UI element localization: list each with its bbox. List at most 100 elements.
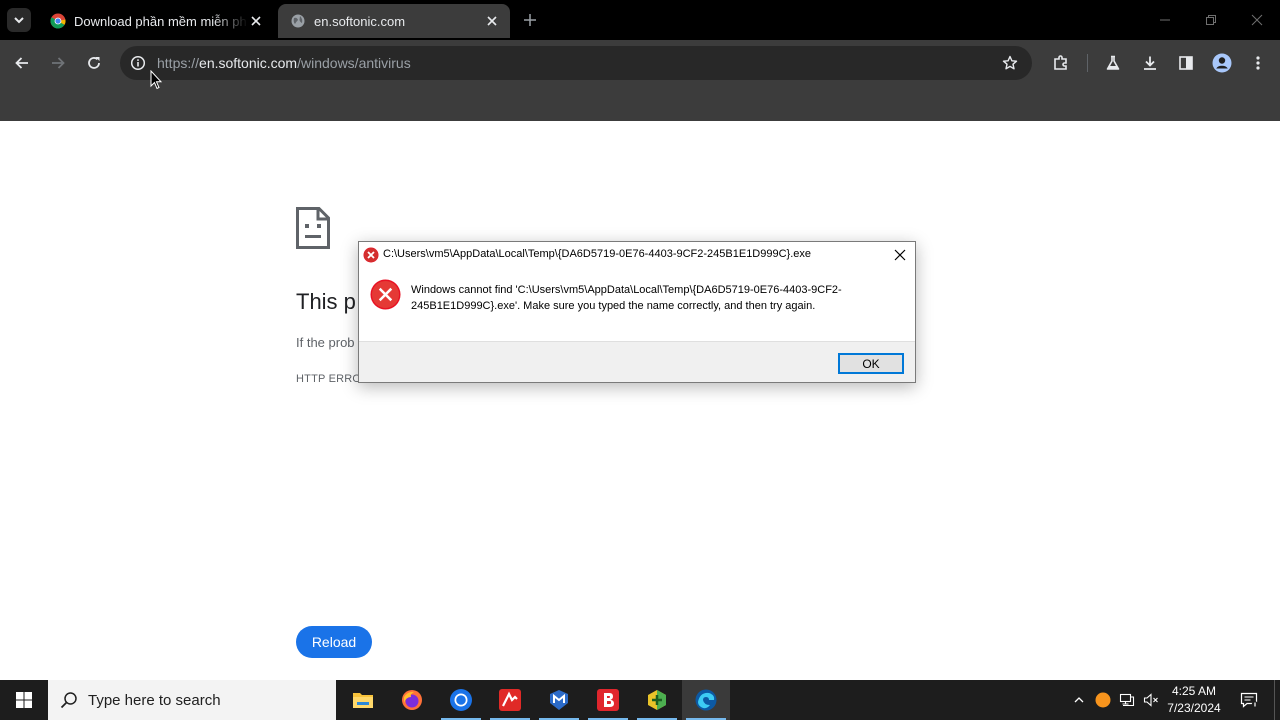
chevron-up-icon [1074,697,1084,703]
taskbar-sandboxie[interactable] [633,680,681,720]
star-icon [1002,55,1018,70]
avira-icon [499,689,521,711]
search-icon [60,692,77,709]
search-placeholder: Type here to search [88,692,221,709]
chevron-down-icon [14,17,24,24]
bookmarks-bar [0,86,1280,121]
close-icon [894,249,906,261]
labs-button[interactable] [1099,49,1127,77]
clock-time: 4:25 AM [1171,684,1217,698]
browser-toolbar: https://en.softonic.com/windows/antiviru… [0,40,1280,86]
info-icon [130,55,146,71]
mouse-cursor-icon [150,70,162,90]
ok-button[interactable]: OK [838,353,904,374]
page-reload-button[interactable]: Reload [296,626,372,658]
file-explorer-icon [353,693,373,708]
firefox-icon [402,690,422,710]
tray-network[interactable] [1117,690,1137,710]
forward-button[interactable] [44,49,72,77]
windows-logo-icon [16,692,32,708]
error-dialog: C:\Users\vm5\AppData\Local\Temp\{DA6D571… [358,241,916,383]
profile-button[interactable] [1208,49,1236,77]
network-icon [1119,693,1135,707]
orange-circle-icon [1095,692,1111,708]
window-close-button[interactable] [1243,8,1271,32]
taskbar-file-explorer[interactable] [339,680,387,720]
taskbar-edge[interactable] [682,680,730,720]
side-panel-button[interactable] [1172,49,1200,77]
error-code: HTTP ERRO [296,373,362,385]
error-heading: This p [296,289,356,314]
kebab-menu-icon [1256,56,1260,70]
malwarebytes-icon [550,690,568,710]
sandboxie-icon [648,690,666,710]
dialog-footer: OK [359,341,915,382]
flask-icon [1106,55,1120,70]
close-icon [1251,14,1263,26]
chrome-icon [450,689,472,711]
site-info-button[interactable] [128,53,148,73]
minimize-icon [1160,19,1170,21]
tab-title: en.softonic.com [314,13,406,29]
downloads-button[interactable] [1136,49,1164,77]
restore-icon [1206,15,1216,25]
taskbar-avira[interactable] [486,680,534,720]
tray-app-icon[interactable] [1093,690,1113,710]
back-button[interactable] [8,49,36,77]
tab-title: Download phần mềm miễn phí [74,13,248,29]
menu-button[interactable] [1244,49,1272,77]
extensions-button[interactable] [1047,49,1075,77]
new-tab-button[interactable] [520,10,540,30]
tab-close-button[interactable] [248,13,264,29]
dialog-title: C:\Users\vm5\AppData\Local\Temp\{DA6D571… [383,248,812,260]
taskbar-chrome[interactable] [437,680,485,720]
url-host: en.softonic.com [199,55,298,71]
tab-download[interactable]: Download phần mềm miễn phí [38,4,274,38]
url-scheme: https:// [157,55,200,71]
notification-icon [1240,692,1258,708]
tray-overflow-button[interactable] [1069,690,1089,710]
dialog-titlebar[interactable]: C:\Users\vm5\AppData\Local\Temp\{DA6D571… [359,242,915,268]
error-icon [363,247,379,263]
url-path: /windows/antivirus [297,55,411,71]
plus-icon [524,14,536,26]
tray-volume[interactable] [1141,690,1161,710]
tab-strip: Download phần mềm miễn phí en.softonic.c… [0,0,1280,40]
close-icon [251,16,261,26]
puzzle-icon [1054,55,1067,70]
tab-search-button[interactable] [7,8,31,32]
taskbar-search-box[interactable]: Type here to search [48,680,336,720]
globe-icon [291,14,305,28]
show-desktop-button[interactable] [1274,680,1280,720]
start-button[interactable] [0,680,48,720]
clock-date: 7/23/2024 [1167,701,1221,715]
download-icon [1144,56,1156,70]
taskbar-clock[interactable]: 4:25 AM 7/23/2024 [1160,683,1228,717]
taskbar-malwarebytes[interactable] [535,680,583,720]
toolbar-divider [1087,54,1088,72]
sad-page-icon [296,207,330,249]
dialog-close-button[interactable] [891,246,909,264]
side-panel-icon [1179,56,1193,70]
taskbar-bitdefender[interactable] [584,680,632,720]
error-suggestion: If the prob [296,335,355,350]
tab-softonic[interactable]: en.softonic.com [278,4,510,38]
arrow-left-icon [15,57,28,69]
chrome-favicon-icon [50,13,66,29]
action-center-button[interactable] [1232,680,1266,720]
restore-button[interactable] [1197,8,1225,32]
tab-close-button[interactable] [484,13,500,29]
reload-icon [88,57,100,69]
taskbar-firefox[interactable] [388,680,436,720]
reload-button[interactable] [80,49,108,77]
address-bar[interactable]: https://en.softonic.com/windows/antiviru… [120,46,1032,80]
bookmark-button[interactable] [1000,53,1020,73]
minimize-button[interactable] [1151,8,1179,32]
error-page: This p If the prob HTTP ERRO Reload [0,121,1280,680]
url-text[interactable]: https://en.softonic.com/windows/antiviru… [157,55,411,71]
dialog-message: Windows cannot find 'C:\Users\vm5\AppDat… [411,284,842,312]
volume-muted-icon [1143,693,1158,707]
error-icon [370,279,401,310]
edge-icon [695,689,717,711]
avatar-icon [1212,53,1232,73]
